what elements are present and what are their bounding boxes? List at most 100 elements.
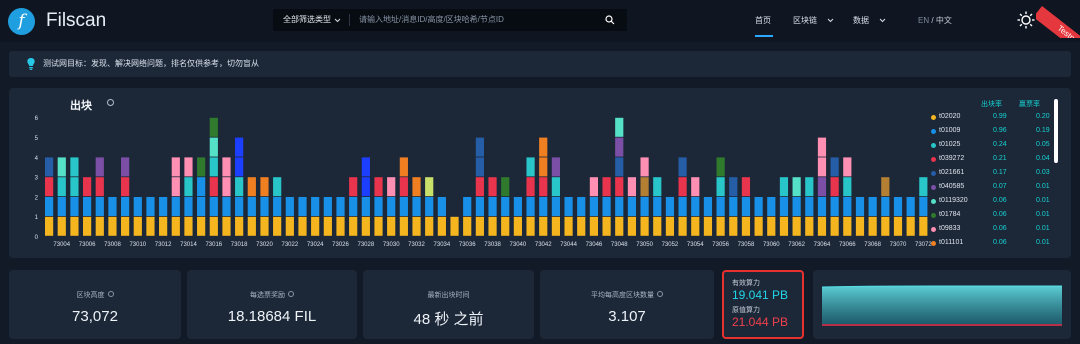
block-bar-segment[interactable] bbox=[336, 197, 345, 216]
block-bar-segment[interactable] bbox=[121, 157, 130, 177]
block-bar-segment[interactable] bbox=[361, 197, 370, 216]
block-bar-segment[interactable] bbox=[627, 177, 637, 197]
block-bar-segment[interactable] bbox=[741, 216, 751, 236]
block-bar-segment[interactable] bbox=[285, 216, 294, 236]
block-bar-segment[interactable] bbox=[399, 216, 408, 236]
lang-en[interactable]: EN bbox=[918, 16, 929, 25]
language-switch[interactable]: EN / 中文 bbox=[918, 15, 952, 26]
block-bar-segment[interactable] bbox=[640, 177, 649, 197]
block-bar-segment[interactable] bbox=[247, 177, 256, 197]
block-bar-segment[interactable] bbox=[906, 216, 915, 236]
block-bar-segment[interactable] bbox=[691, 197, 700, 216]
block-bar-segment[interactable] bbox=[843, 197, 852, 216]
block-bar-segment[interactable] bbox=[830, 177, 839, 197]
block-bar-segment[interactable] bbox=[247, 216, 256, 236]
block-bar-segment[interactable] bbox=[95, 197, 104, 216]
block-bar-segment[interactable] bbox=[197, 197, 206, 216]
block-bar-segment[interactable] bbox=[855, 197, 865, 216]
block-bar-segment[interactable] bbox=[653, 216, 662, 236]
block-bar-segment[interactable] bbox=[133, 216, 142, 236]
block-bar-segment[interactable] bbox=[108, 216, 117, 236]
filscan-logo-icon[interactable]: f bbox=[8, 8, 35, 35]
block-bar-segment[interactable] bbox=[779, 197, 789, 216]
block-bar-segment[interactable] bbox=[919, 177, 928, 197]
block-bar-segment[interactable] bbox=[209, 197, 218, 216]
block-bar-segment[interactable] bbox=[792, 216, 801, 236]
block-bar-segment[interactable] bbox=[615, 157, 624, 177]
block-bar-segment[interactable] bbox=[83, 216, 92, 236]
block-bar-segment[interactable] bbox=[678, 216, 687, 236]
block-bar-segment[interactable] bbox=[843, 177, 852, 197]
block-bar-segment[interactable] bbox=[589, 177, 599, 197]
filter-type-select[interactable]: 全部筛选类型 bbox=[273, 9, 349, 31]
block-bar-segment[interactable] bbox=[273, 216, 282, 236]
block-bar-segment[interactable] bbox=[539, 137, 548, 157]
block-bar-segment[interactable] bbox=[881, 197, 890, 216]
block-bar-segment[interactable] bbox=[159, 216, 168, 236]
block-bar-segment[interactable] bbox=[893, 197, 903, 216]
block-bar-segment[interactable] bbox=[121, 216, 130, 236]
block-bar-segment[interactable] bbox=[171, 177, 180, 197]
block-bar-segment[interactable] bbox=[45, 216, 54, 236]
block-bar-segment[interactable] bbox=[703, 197, 713, 216]
block-bar-segment[interactable] bbox=[539, 177, 548, 197]
block-bar-segment[interactable] bbox=[298, 197, 307, 216]
block-bar-segment[interactable] bbox=[665, 216, 675, 236]
block-bar-segment[interactable] bbox=[830, 197, 839, 216]
block-bar-segment[interactable] bbox=[627, 216, 637, 236]
block-bar-segment[interactable] bbox=[678, 177, 687, 197]
block-bar-segment[interactable] bbox=[361, 216, 370, 236]
block-bar-segment[interactable] bbox=[285, 197, 294, 216]
block-bar-segment[interactable] bbox=[374, 216, 383, 236]
block-bar-segment[interactable] bbox=[678, 157, 687, 177]
block-bar-segment[interactable] bbox=[209, 137, 218, 157]
block-bar-segment[interactable] bbox=[691, 177, 700, 197]
block-bar-segment[interactable] bbox=[893, 216, 903, 236]
block-bar-segment[interactable] bbox=[526, 197, 535, 216]
block-bar-segment[interactable] bbox=[57, 197, 66, 216]
block-bar-segment[interactable] bbox=[665, 197, 675, 216]
block-bar-segment[interactable] bbox=[387, 177, 396, 197]
theme-toggle-sun-icon[interactable] bbox=[1017, 11, 1035, 29]
info-icon[interactable] bbox=[107, 99, 114, 106]
block-bar-segment[interactable] bbox=[526, 216, 535, 236]
block-bar-segment[interactable] bbox=[209, 117, 218, 137]
block-bar-segment[interactable] bbox=[450, 216, 459, 236]
block-bar-segment[interactable] bbox=[235, 157, 244, 177]
block-bar-segment[interactable] bbox=[817, 137, 827, 157]
block-bar-segment[interactable] bbox=[260, 197, 269, 216]
block-bar-segment[interactable] bbox=[817, 197, 827, 216]
block-bar-segment[interactable] bbox=[171, 197, 180, 216]
block-bar-segment[interactable] bbox=[501, 197, 510, 216]
block-bar-segment[interactable] bbox=[501, 216, 510, 236]
block-bar-segment[interactable] bbox=[716, 177, 725, 197]
block-bar-segment[interactable] bbox=[805, 216, 814, 236]
block-bar-segment[interactable] bbox=[817, 157, 827, 177]
block-bar-segment[interactable] bbox=[513, 216, 522, 236]
block-bar-segment[interactable] bbox=[691, 216, 700, 236]
block-bar-segment[interactable] bbox=[627, 197, 637, 216]
block-bar-segment[interactable] bbox=[475, 197, 484, 216]
block-bar-segment[interactable] bbox=[843, 157, 852, 177]
block-bar-segment[interactable] bbox=[45, 197, 54, 216]
block-bar-segment[interactable] bbox=[906, 197, 915, 216]
block-bar-segment[interactable] bbox=[184, 197, 193, 216]
block-bar-segment[interactable] bbox=[678, 197, 687, 216]
block-bar-segment[interactable] bbox=[83, 197, 92, 216]
info-icon[interactable] bbox=[107, 291, 114, 297]
block-bar-segment[interactable] bbox=[564, 216, 573, 236]
info-icon[interactable] bbox=[657, 291, 663, 297]
block-bar-segment[interactable] bbox=[336, 216, 345, 236]
block-bar-segment[interactable] bbox=[539, 197, 548, 216]
block-bar-segment[interactable] bbox=[311, 197, 320, 216]
block-bar-segment[interactable] bbox=[222, 216, 231, 236]
block-bar-segment[interactable] bbox=[703, 216, 713, 236]
block-bar-segment[interactable] bbox=[539, 157, 548, 177]
block-bar-segment[interactable] bbox=[260, 177, 269, 197]
block-bar-segment[interactable] bbox=[387, 216, 396, 236]
block-bar-segment[interactable] bbox=[247, 197, 256, 216]
block-bar-segment[interactable] bbox=[311, 216, 320, 236]
block-bar-segment[interactable] bbox=[602, 197, 611, 216]
block-bar-segment[interactable] bbox=[235, 197, 244, 216]
block-bar-segment[interactable] bbox=[475, 216, 484, 236]
